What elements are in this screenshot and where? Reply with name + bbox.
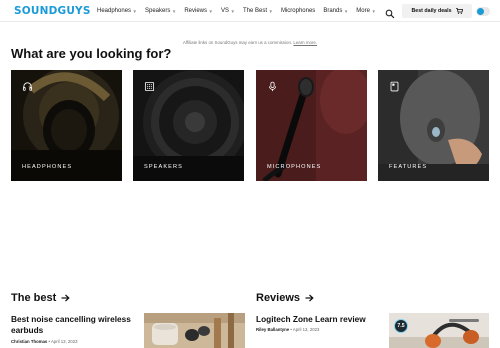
cart-icon [455,8,463,14]
chevron-down-icon: ▼ [208,8,213,14]
menu-item-label: Microphones [280,8,316,14]
earbuds-photo [144,313,245,348]
chevron-down-icon: ▼ [230,8,235,14]
category-label: MICROPHONES [267,164,322,170]
site-logo[interactable]: SOUNDGUYS [14,5,91,17]
menu-item-more[interactable]: More ▼ [356,8,376,14]
category-card-headphones[interactable]: HEADPHONES [11,70,122,181]
menu-item-microphones[interactable]: Microphones [281,8,315,14]
top-nav: SOUNDGUYS Headphones ▼ Speakers ▼ Reviews ▼… [0,0,500,22]
best-daily-deals-button[interactable]: Best daily deals [402,4,472,18]
review-article-thumbnail[interactable]: 7.5 [389,313,489,348]
reviews-heading[interactable]: Reviews [256,292,314,304]
menu-item-label: More [356,8,370,14]
toggle-knob [477,7,484,15]
best-article-byline: Christian Thomas • April 13, 2023 [11,339,78,344]
review-score-badge: 7.5 [394,319,408,333]
features-icon [390,81,399,92]
menu-item-label: Reviews [184,8,208,14]
category-label: HEADPHONES [22,164,73,170]
affiliate-disclaimer: Affiliate links on SoundGuys may earn us… [0,40,500,45]
menu-item-vs[interactable]: VS ▼ [221,8,235,14]
menu-item-label: VS [220,8,229,14]
headphones-icon [22,82,33,91]
category-label: FEATURES [389,164,428,170]
menu-item-speakers[interactable]: Speakers ▼ [145,8,176,14]
article-date: April 13, 2023 [50,339,78,344]
menu-item-headphones[interactable]: Headphones ▼ [97,8,137,14]
best-article-title[interactable]: Best noise cancelling wireless earbuds [11,314,139,335]
speaker-icon [144,81,155,92]
section-heading-label: Reviews [256,292,301,304]
menu-item-reviews[interactable]: Reviews ▼ [184,8,213,14]
chevron-down-icon: ▼ [171,8,177,14]
menu-item-label: Speakers [145,8,171,14]
affiliate-text: Affiliate links on SoundGuys may earn us… [182,40,293,45]
chevron-down-icon: ▼ [343,8,349,14]
arrow-right-icon [61,294,70,302]
menu-item-the-best[interactable]: The Best ▼ [243,8,273,14]
article-date: April 13, 2023 [292,327,320,332]
theme-toggle-icon[interactable] [476,6,490,16]
main-menu: Headphones ▼ Speakers ▼ Reviews ▼ VS ▼ The B… [97,0,384,22]
the-best-heading[interactable]: The best [11,292,70,304]
microphone-icon [268,81,277,92]
menu-item-label: Brands [323,8,343,14]
category-card-features[interactable]: FEATURES [378,70,489,181]
section-heading-label: The best [11,292,57,304]
article-author[interactable]: Christian Thomas [11,339,47,344]
review-article-title[interactable]: Logitech Zone Learn review [256,314,384,325]
menu-item-label: Headphones [97,8,132,14]
learn-more-link[interactable]: Learn more. [293,40,317,45]
menu-item-label: The Best [242,8,267,14]
review-article-byline: Riley Ballantyne • April 13, 2023 [256,327,320,332]
deals-button-label: Best daily deals [411,8,452,14]
category-label: SPEAKERS [144,164,183,170]
chevron-down-icon: ▼ [132,8,137,14]
menu-item-brands[interactable]: Brands ▼ [323,8,348,14]
categories-heading: What are you looking for? [11,46,172,61]
category-cards: HEADPHONES SPEAKERS MICROPHONES FEATURES [11,70,489,181]
category-card-speakers[interactable]: SPEAKERS [133,70,244,181]
best-article-thumbnail[interactable] [144,313,245,348]
arrow-right-icon [305,294,314,302]
search-icon[interactable] [385,6,395,19]
chevron-down-icon: ▼ [371,8,376,14]
article-author[interactable]: Riley Ballantyne [256,327,289,332]
chevron-down-icon: ▼ [268,8,273,14]
category-card-microphones[interactable]: MICROPHONES [256,70,367,181]
